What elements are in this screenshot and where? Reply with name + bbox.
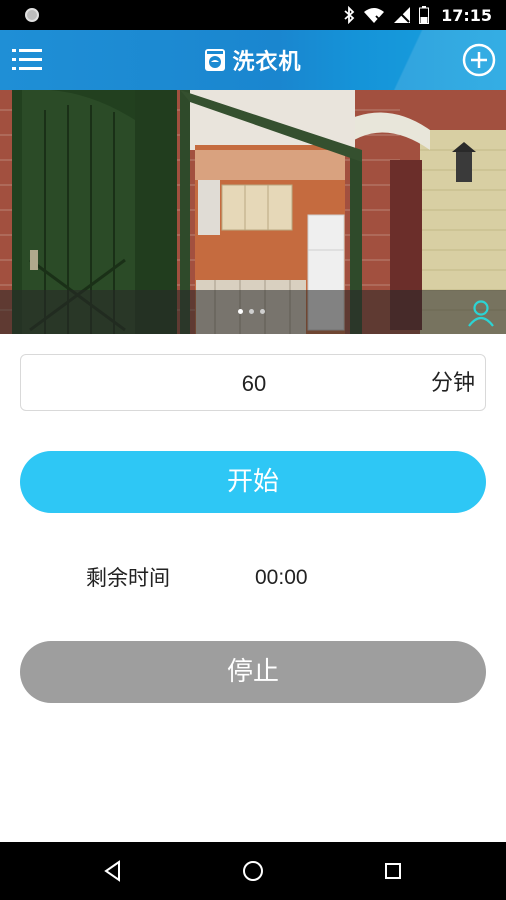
start-button[interactable]: 开始 bbox=[20, 451, 486, 513]
duration-input[interactable]: 60 bbox=[21, 355, 487, 412]
user-icon bbox=[468, 300, 494, 327]
navigation-bar bbox=[0, 842, 506, 900]
stop-button[interactable]: 停止 bbox=[20, 641, 486, 703]
carousel-indicator bbox=[238, 309, 265, 314]
circle-icon bbox=[25, 8, 39, 22]
carousel-dot[interactable] bbox=[238, 309, 243, 314]
user-button[interactable] bbox=[466, 298, 496, 328]
status-icons: 17:15 bbox=[343, 5, 492, 25]
app-bar: 洗衣机 bbox=[0, 30, 506, 90]
duration-field[interactable]: 60 分钟 bbox=[20, 354, 486, 411]
add-circle-icon bbox=[462, 43, 496, 77]
status-time: 17:15 bbox=[441, 5, 492, 25]
page-title: 洗衣机 bbox=[232, 50, 302, 75]
screen: 17:15 洗衣机 60 分钟 开始 剩余时间 00:00 停止 bbox=[0, 0, 506, 900]
status-bar: 17:15 bbox=[0, 0, 506, 30]
wifi-icon bbox=[364, 8, 385, 23]
title-wrap: 洗衣机 bbox=[0, 30, 506, 90]
no-signal-icon bbox=[394, 7, 411, 23]
home-icon bbox=[243, 861, 263, 881]
recents-button[interactable] bbox=[378, 856, 408, 886]
carousel-dot[interactable] bbox=[260, 309, 265, 314]
remaining-time-value: 00:00 bbox=[255, 566, 308, 589]
home-button[interactable] bbox=[238, 856, 268, 886]
back-icon bbox=[104, 860, 120, 882]
recents-icon bbox=[385, 863, 401, 879]
duration-unit-label: 分钟 bbox=[430, 371, 475, 396]
washing-machine-icon bbox=[205, 49, 226, 71]
add-device-button[interactable] bbox=[462, 43, 496, 77]
carousel-dot[interactable] bbox=[249, 309, 254, 314]
remaining-time-label: 剩余时间 bbox=[86, 566, 170, 590]
bluetooth-icon bbox=[344, 6, 355, 24]
battery-icon bbox=[419, 6, 430, 24]
back-button[interactable] bbox=[98, 856, 128, 886]
banner-carousel[interactable] bbox=[0, 90, 506, 334]
